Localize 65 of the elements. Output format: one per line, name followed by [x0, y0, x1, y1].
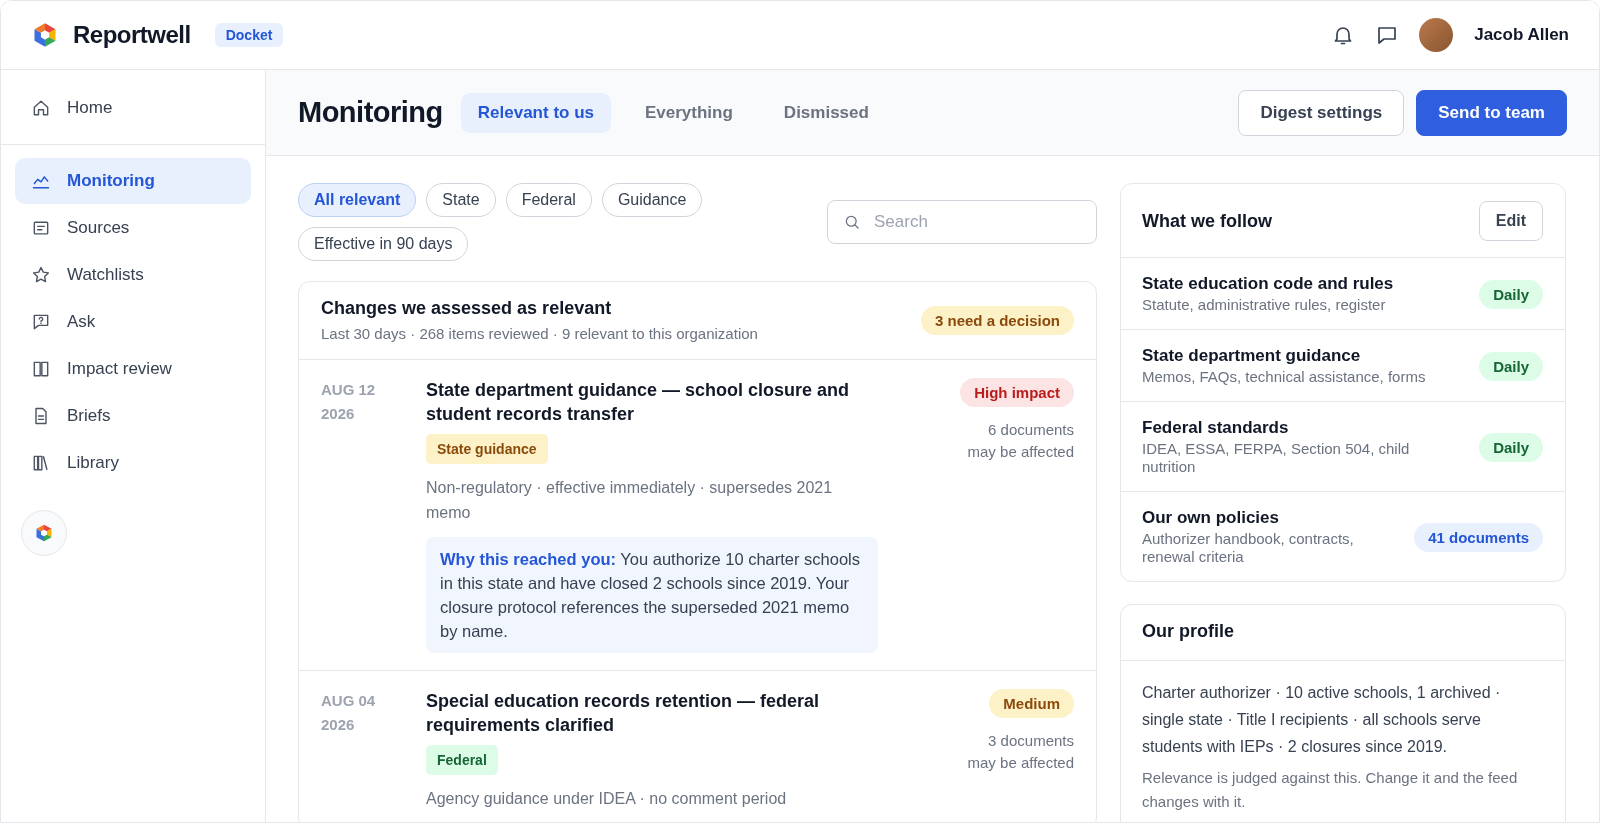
- question-icon: [31, 312, 51, 332]
- source-name: State department guidance: [1142, 346, 1362, 366]
- filter-chip[interactable]: Guidance: [601, 183, 703, 217]
- columns-icon: [31, 359, 51, 379]
- logo-button[interactable]: [21, 510, 67, 556]
- frequency-badge: Daily: [1479, 432, 1543, 462]
- card-title: What we follow: [1142, 210, 1272, 232]
- affected-count: 6 documents may be affected: [966, 420, 1074, 462]
- frequency-badge: Daily: [1479, 279, 1543, 309]
- page-title: Monitoring: [298, 96, 443, 129]
- feed-summary: Last 30 days · 268 items reviewed · 9 relevant to this organization: [321, 325, 758, 342]
- filter-chip[interactable]: Effective in 90 days: [298, 227, 469, 261]
- tab[interactable]: Dismissed: [766, 92, 886, 133]
- relevance-note: Why this reached you: You authorize 10 charter schools in this state and have closed 2 schools since 2019. Your closure protocol references the superseded 2021 memo by name.: [426, 537, 878, 653]
- nav-item[interactable]: Briefs: [15, 393, 251, 439]
- impact-badge: High impact: [960, 378, 1074, 407]
- logo-icon: [34, 523, 54, 543]
- search-icon: [843, 213, 861, 231]
- filter-chip[interactable]: Federal: [505, 183, 592, 217]
- decision-badge: 3 need a decision: [920, 305, 1074, 335]
- item-date: AUG 12 2026: [321, 380, 377, 424]
- filter-chip[interactable]: All relevant: [298, 183, 417, 217]
- source-name: Our own policies: [1142, 508, 1280, 528]
- frequency-badge: Daily: [1479, 351, 1543, 381]
- nav-item[interactable]: Sources: [15, 205, 251, 251]
- app-name: Reportwell: [73, 21, 191, 49]
- nav-item[interactable]: Ask: [15, 299, 251, 345]
- search-field[interactable]: Search: [827, 200, 1097, 244]
- nav-item[interactable]: Watchlists: [15, 252, 251, 298]
- category-tag: Federal: [426, 745, 498, 775]
- nav-item[interactable]: Library: [15, 440, 251, 486]
- tab[interactable]: Everything: [628, 92, 750, 133]
- avatar[interactable]: [1419, 18, 1454, 52]
- item-meta: Non-regulatory · effective immediately · supersedes 2021 memo: [426, 478, 834, 523]
- document-icon: [31, 218, 51, 238]
- impact-badge: Medium: [989, 689, 1074, 718]
- filter-chip[interactable]: State: [426, 183, 496, 217]
- source-name: Federal standards: [1142, 418, 1290, 438]
- card-title: Changes we assessed as relevant: [321, 298, 613, 319]
- item-meta: Agency guidance under IDEA · no comment period: [426, 789, 788, 809]
- user-name: Jacob Allen: [1474, 25, 1569, 45]
- source-detail: Memos, FAQs, technical assistance, forms: [1142, 368, 1426, 386]
- profile-text: Charter authorizer · 10 active schools, 1 archived · single state · Title I recipients · all schools serve students with IEPs · 2 closures since 2019.: [1142, 683, 1502, 757]
- star-icon: [31, 265, 51, 285]
- nav-item[interactable]: Monitoring: [15, 158, 251, 204]
- affected-count: 3 documents may be affected: [966, 731, 1074, 773]
- tab[interactable]: Relevant to us: [460, 92, 611, 133]
- source-detail: Statute, administrative rules, register: [1142, 296, 1387, 314]
- source-detail: IDEA, ESSA, FERPA, Section 504, child nutrition: [1142, 440, 1411, 476]
- source-name: State education code and rules: [1142, 274, 1394, 294]
- send-button[interactable]: Send to team: [1416, 89, 1567, 136]
- item-date: AUG 04 2026: [321, 691, 377, 735]
- nav-item[interactable]: Home: [15, 85, 251, 131]
- edit-button[interactable]: Edit: [1478, 201, 1543, 241]
- product-badge: Docket: [214, 23, 284, 47]
- category-tag: State guidance: [426, 434, 548, 464]
- home-icon: [31, 98, 51, 118]
- nav-item[interactable]: Impact review: [15, 346, 251, 392]
- count-badge: 41 documents: [1414, 522, 1543, 552]
- item-title[interactable]: State department guidance — school closure and student records transfer: [426, 378, 878, 426]
- card-title: Our profile: [1142, 621, 1235, 642]
- profile-note: Relevance is judged against this. Change it and the feed changes with it.: [1142, 768, 1519, 812]
- source-detail: Authorizer handbook, contracts, renewal criteria: [1142, 530, 1355, 566]
- item-title[interactable]: Special education records retention — federal requirements clarified: [426, 689, 878, 737]
- settings-button[interactable]: Digest settings: [1238, 89, 1405, 136]
